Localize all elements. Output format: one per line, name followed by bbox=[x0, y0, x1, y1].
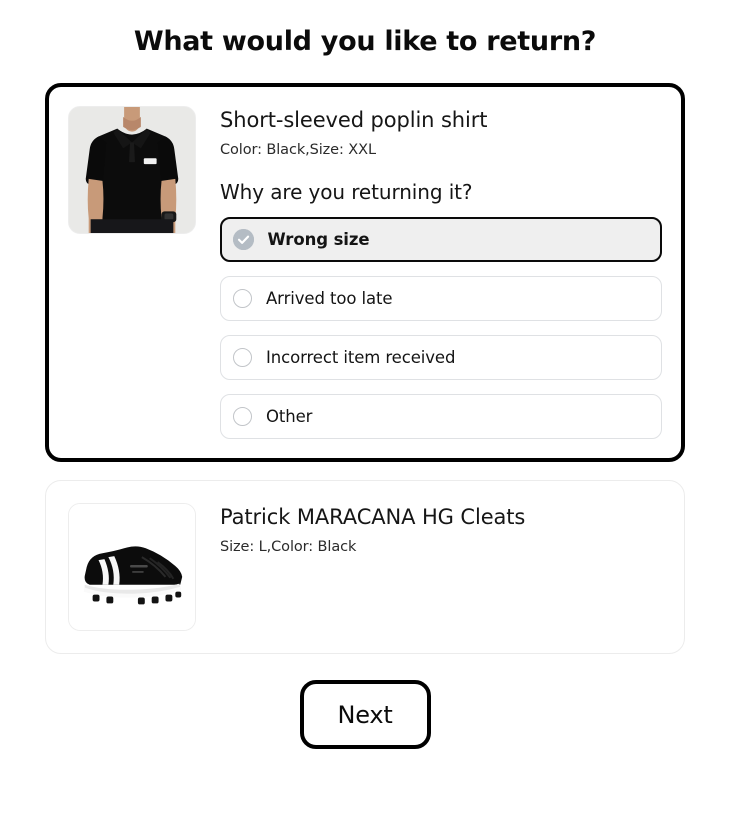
radio-empty-icon bbox=[233, 407, 252, 427]
product-image-shirt bbox=[68, 106, 196, 234]
return-reason-question: Why are you returning it? bbox=[220, 180, 473, 205]
product-card-list: Short-sleeved poplin shirt Color: Black,… bbox=[0, 83, 730, 655]
reason-option-incorrect-item-received[interactable]: Incorrect item received bbox=[220, 335, 662, 381]
reason-option-label: Arrived too late bbox=[266, 289, 393, 309]
product-name: Patrick MARACANA HG Cleats bbox=[220, 505, 526, 530]
radio-empty-icon bbox=[233, 348, 252, 368]
product-image-cleats bbox=[68, 503, 196, 632]
reason-option-wrong-size[interactable]: Wrong size bbox=[220, 217, 662, 263]
product-details: Patrick MARACANA HG Cleats Size: L,Color… bbox=[196, 503, 662, 555]
reason-option-label: Incorrect item received bbox=[266, 348, 456, 368]
check-circle-icon bbox=[232, 229, 254, 251]
product-variant-meta: Color: Black,Size: XXL bbox=[220, 142, 376, 159]
return-reason-options: Wrong size Arrived too late Incorrect it… bbox=[220, 217, 662, 440]
reason-option-other[interactable]: Other bbox=[220, 394, 662, 440]
return-items-page: What would you like to return? Short-sle… bbox=[0, 0, 730, 830]
product-variant-meta: Size: L,Color: Black bbox=[220, 539, 357, 556]
footer: Next bbox=[0, 680, 730, 750]
reason-option-label: Wrong size bbox=[267, 230, 370, 250]
reason-option-label: Other bbox=[266, 407, 313, 427]
page-title: What would you like to return? bbox=[133, 26, 597, 57]
product-details: Short-sleeved poplin shirt Color: Black,… bbox=[196, 106, 662, 440]
product-name: Short-sleeved poplin shirt bbox=[220, 108, 488, 132]
reason-option-arrived-too-late[interactable]: Arrived too late bbox=[220, 276, 662, 322]
product-card-unselected[interactable]: Patrick MARACANA HG Cleats Size: L,Color… bbox=[45, 480, 685, 655]
next-button[interactable]: Next bbox=[299, 680, 431, 750]
radio-empty-icon bbox=[233, 289, 252, 309]
product-card-selected[interactable]: Short-sleeved poplin shirt Color: Black,… bbox=[45, 83, 685, 463]
